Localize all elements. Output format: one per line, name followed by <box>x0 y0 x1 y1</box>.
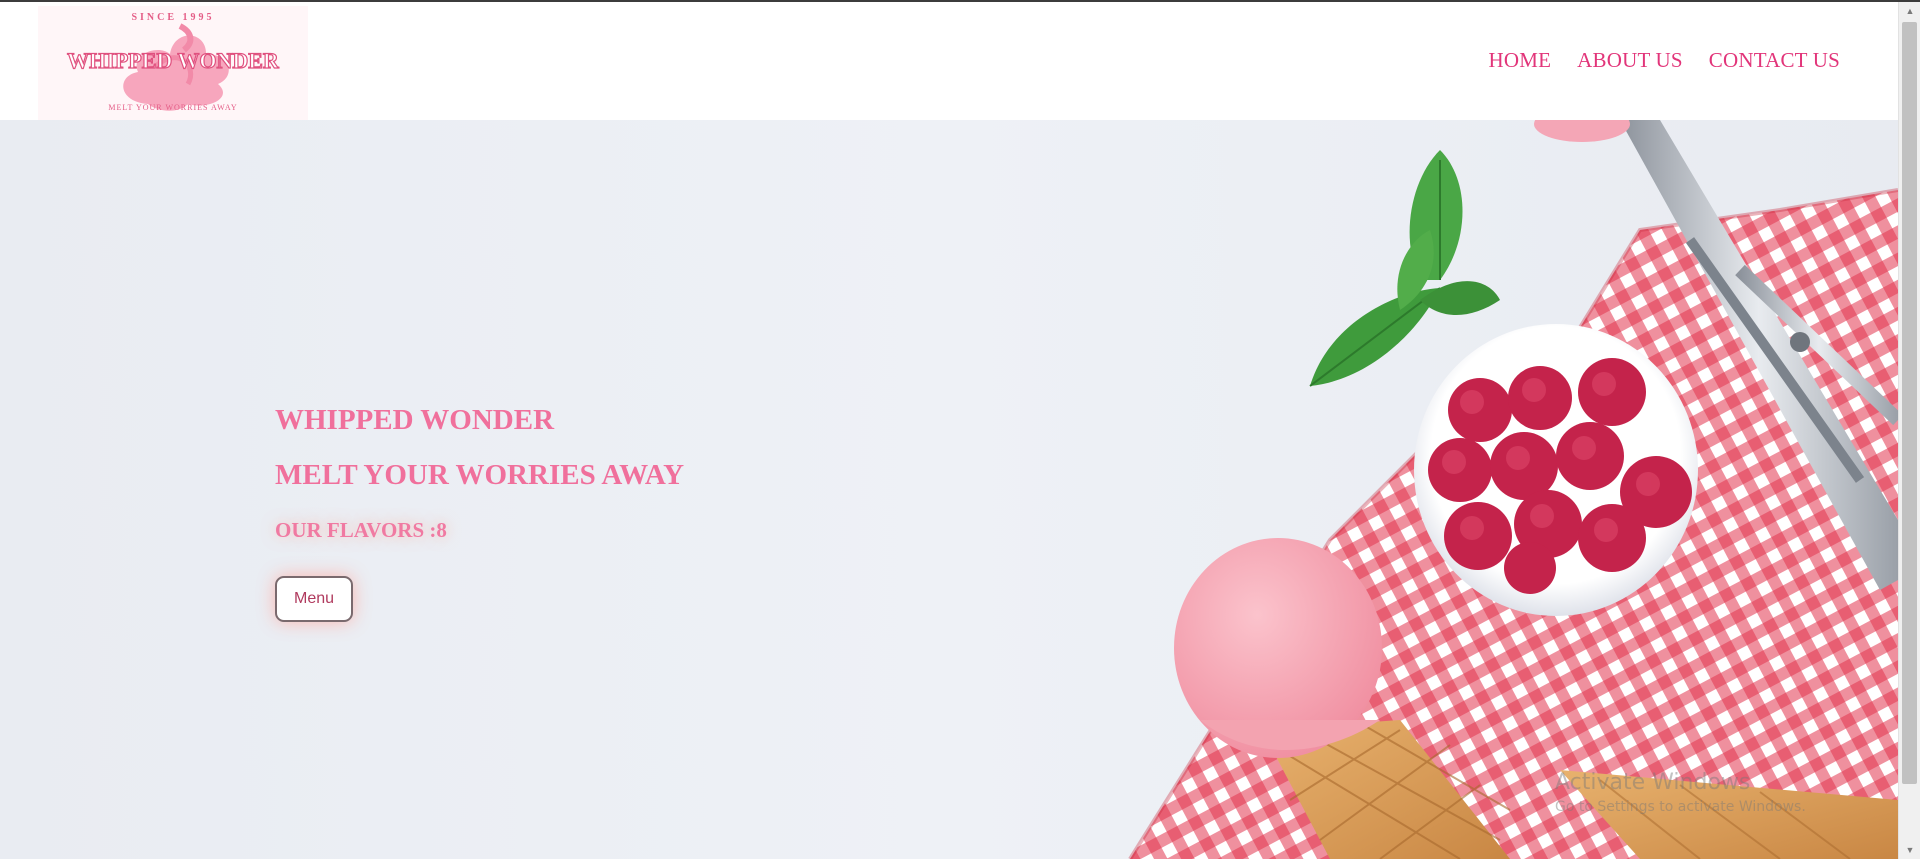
logo-top-text: SINCE 1995 <box>131 12 214 23</box>
nav-home[interactable]: HOME <box>1489 48 1552 73</box>
site-header: SINCE 1995 WHIPPED WONDER MELT YOUR WORR… <box>0 2 1898 120</box>
vertical-scrollbar[interactable]: ▲ ▼ <box>1898 2 1920 859</box>
flavors-count: OUR FLAVORS :8 <box>275 518 447 542</box>
nav-contact-us[interactable]: CONTACT US <box>1709 48 1840 73</box>
hero-banner: WHIPPED WONDER MELT YOUR WORRIES AWAY OU… <box>0 120 1898 859</box>
scroll-down-icon[interactable]: ▼ <box>1899 841 1920 859</box>
logo-bottom-text: MELT YOUR WORRIES AWAY <box>108 103 237 112</box>
main-nav: HOME ABOUT US CONTACT US <box>1489 48 1841 73</box>
scroll-up-icon[interactable]: ▲ <box>1899 2 1920 20</box>
hero-tagline: MELT YOUR WORRIES AWAY <box>275 459 685 491</box>
windows-activation-watermark: Activate Windows Go to Settings to activ… <box>1555 770 1806 815</box>
nav-about-us[interactable]: ABOUT US <box>1577 48 1683 73</box>
watermark-line1: Activate Windows <box>1555 770 1751 795</box>
brand-logo[interactable]: SINCE 1995 WHIPPED WONDER MELT YOUR WORR… <box>38 6 308 120</box>
watermark-line2: Go to Settings to activate Windows. <box>1555 799 1806 815</box>
logo-graphic: SINCE 1995 WHIPPED WONDER MELT YOUR WORR… <box>67 12 281 112</box>
logo-name: WHIPPED WONDER <box>67 48 280 73</box>
hero-title: WHIPPED WONDER <box>275 404 555 436</box>
hero-text-block: WHIPPED WONDER MELT YOUR WORRIES AWAY OU… <box>275 406 684 622</box>
scrollbar-thumb[interactable] <box>1902 22 1917 784</box>
menu-button[interactable]: Menu <box>275 576 353 622</box>
